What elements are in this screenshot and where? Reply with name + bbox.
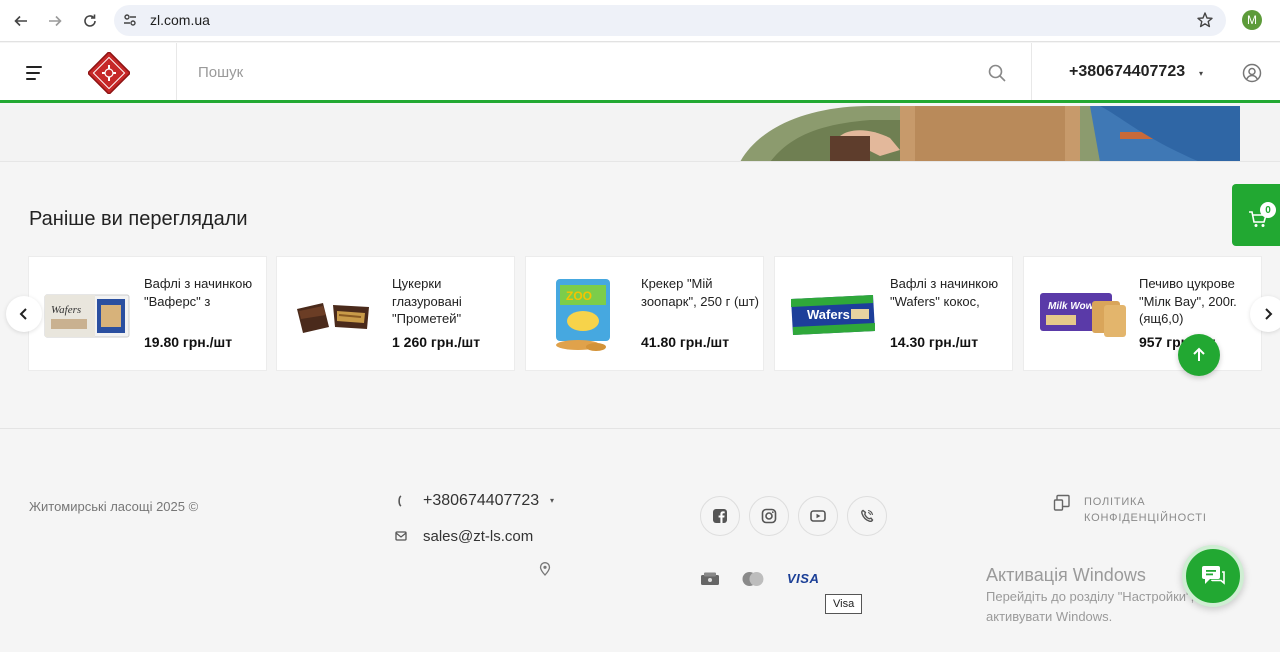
svg-text:Wafers: Wafers: [51, 304, 81, 316]
facebook-icon: [713, 509, 727, 523]
header-divider: [176, 43, 177, 100]
chevron-down-icon[interactable]: ▾: [550, 496, 554, 505]
carousel-next-button[interactable]: [1250, 296, 1280, 332]
chevron-left-icon: [19, 308, 27, 320]
document-icon: [1053, 494, 1070, 511]
mail-icon: [395, 531, 407, 541]
cart-count-badge: 0: [1260, 202, 1276, 218]
product-price: 41.80 грн./шт: [641, 334, 730, 350]
site-logo[interactable]: [88, 52, 130, 94]
product-image: Milk Wow: [1040, 293, 1126, 337]
section-title: Раніше ви переглядали: [29, 208, 248, 230]
footer-email[interactable]: sales@zt-ls.com: [423, 528, 533, 545]
arrow-up-icon: [1193, 347, 1205, 361]
svg-text:ZOO: ZOO: [566, 289, 592, 303]
forward-button[interactable]: [43, 9, 67, 33]
cash-payment-icon: [701, 572, 719, 585]
floating-cart-button[interactable]: 0: [1232, 184, 1280, 246]
windows-activation-title: Активація Windows: [986, 565, 1146, 585]
banner-image: [740, 106, 1240, 161]
viber-link[interactable]: [847, 496, 887, 536]
privacy-policy-link[interactable]: ПОЛІТИКА КОНФІДЕНЦІЙНОСТІ: [1084, 494, 1224, 526]
product-image: Wafers: [44, 294, 130, 338]
product-image: Wafers: [791, 295, 875, 335]
mastercard-icon: [742, 572, 764, 586]
product-name[interactable]: Цукерки глазуровані "Прометей": [392, 275, 510, 328]
product-price: 19.80 грн./шт: [144, 334, 233, 350]
chevron-down-icon[interactable]: ▾: [1199, 69, 1203, 78]
youtube-icon: [810, 510, 826, 522]
viber-icon: [861, 509, 874, 523]
footer-phone[interactable]: +380674407723: [423, 492, 539, 510]
product-card[interactable]: Wafers Вафлі з начинкою "Wafers" кокос, …: [774, 256, 1013, 371]
product-price: 14.30 грн./шт: [890, 334, 979, 350]
instagram-icon: [761, 508, 777, 524]
chat-widget-button[interactable]: [1182, 545, 1244, 607]
back-icon: [14, 15, 27, 27]
instagram-link[interactable]: [749, 496, 789, 536]
address-bar[interactable]: zl.com.ua: [114, 5, 1226, 36]
footer-divider: [0, 428, 1280, 429]
scroll-to-top-button[interactable]: [1178, 334, 1220, 376]
back-button[interactable]: [9, 9, 33, 33]
profile-avatar[interactable]: M: [1242, 10, 1262, 30]
promo-banner[interactable]: [0, 106, 1280, 162]
header-divider: [1031, 43, 1032, 100]
product-name[interactable]: Крекер "Мій зоопарк", 250 г (шт): [641, 275, 759, 328]
forward-icon: [49, 15, 62, 27]
phone-icon: [398, 495, 402, 507]
reload-icon: [84, 14, 96, 27]
site-settings-icon[interactable]: [122, 12, 138, 28]
visa-icon: VISA: [787, 571, 820, 586]
product-name[interactable]: Печиво цукрове "Мілк Вау", 200г. (ящ6,0): [1139, 275, 1257, 328]
user-icon[interactable]: [1242, 63, 1262, 83]
product-card[interactable]: Цукерки глазуровані "Прометей" 1 260 грн…: [276, 256, 515, 371]
visa-tooltip: Visa: [825, 594, 863, 614]
product-name[interactable]: Вафлі з начинкою "Ваферс" з: [144, 275, 262, 328]
recently-viewed-carousel: Wafers Вафлі з начинкою "Ваферс" з 19.80…: [28, 256, 1268, 372]
svg-text:Wafers: Wafers: [807, 307, 850, 322]
product-image: ZOO: [556, 279, 610, 351]
product-card[interactable]: Milk Wow Печиво цукрове "Мілк Вау", 200г…: [1023, 256, 1262, 371]
chat-icon: [1202, 566, 1225, 585]
browser-toolbar: zl.com.ua M: [0, 0, 1280, 42]
svg-text:Milk Wow: Milk Wow: [1048, 301, 1095, 312]
reload-button[interactable]: [78, 9, 102, 33]
site-header: +380674407723 ▾: [0, 43, 1280, 103]
carousel-prev-button[interactable]: [6, 296, 42, 332]
footer-copyright: Житомирські ласощі 2025 ©: [29, 499, 199, 514]
product-name[interactable]: Вафлі з начинкою "Wafers" кокос,: [890, 275, 1008, 328]
search-input[interactable]: [198, 60, 958, 84]
product-image: [297, 303, 369, 333]
map-pin-icon[interactable]: [539, 562, 551, 576]
chevron-right-icon: [1265, 308, 1273, 320]
product-price: 1 260 грн./шт: [392, 334, 481, 350]
product-card[interactable]: ZOO Крекер "Мій зоопарк", 250 г (шт) 41.…: [525, 256, 764, 371]
facebook-link[interactable]: [700, 496, 740, 536]
menu-icon[interactable]: [26, 65, 46, 81]
youtube-link[interactable]: [798, 496, 838, 536]
product-card[interactable]: Wafers Вафлі з начинкою "Ваферс" з 19.80…: [28, 256, 267, 371]
header-phone[interactable]: +380674407723: [1069, 63, 1185, 81]
url-text[interactable]: zl.com.ua: [150, 12, 210, 28]
bookmark-star-icon[interactable]: [1196, 11, 1214, 29]
search-icon[interactable]: [987, 63, 1007, 83]
